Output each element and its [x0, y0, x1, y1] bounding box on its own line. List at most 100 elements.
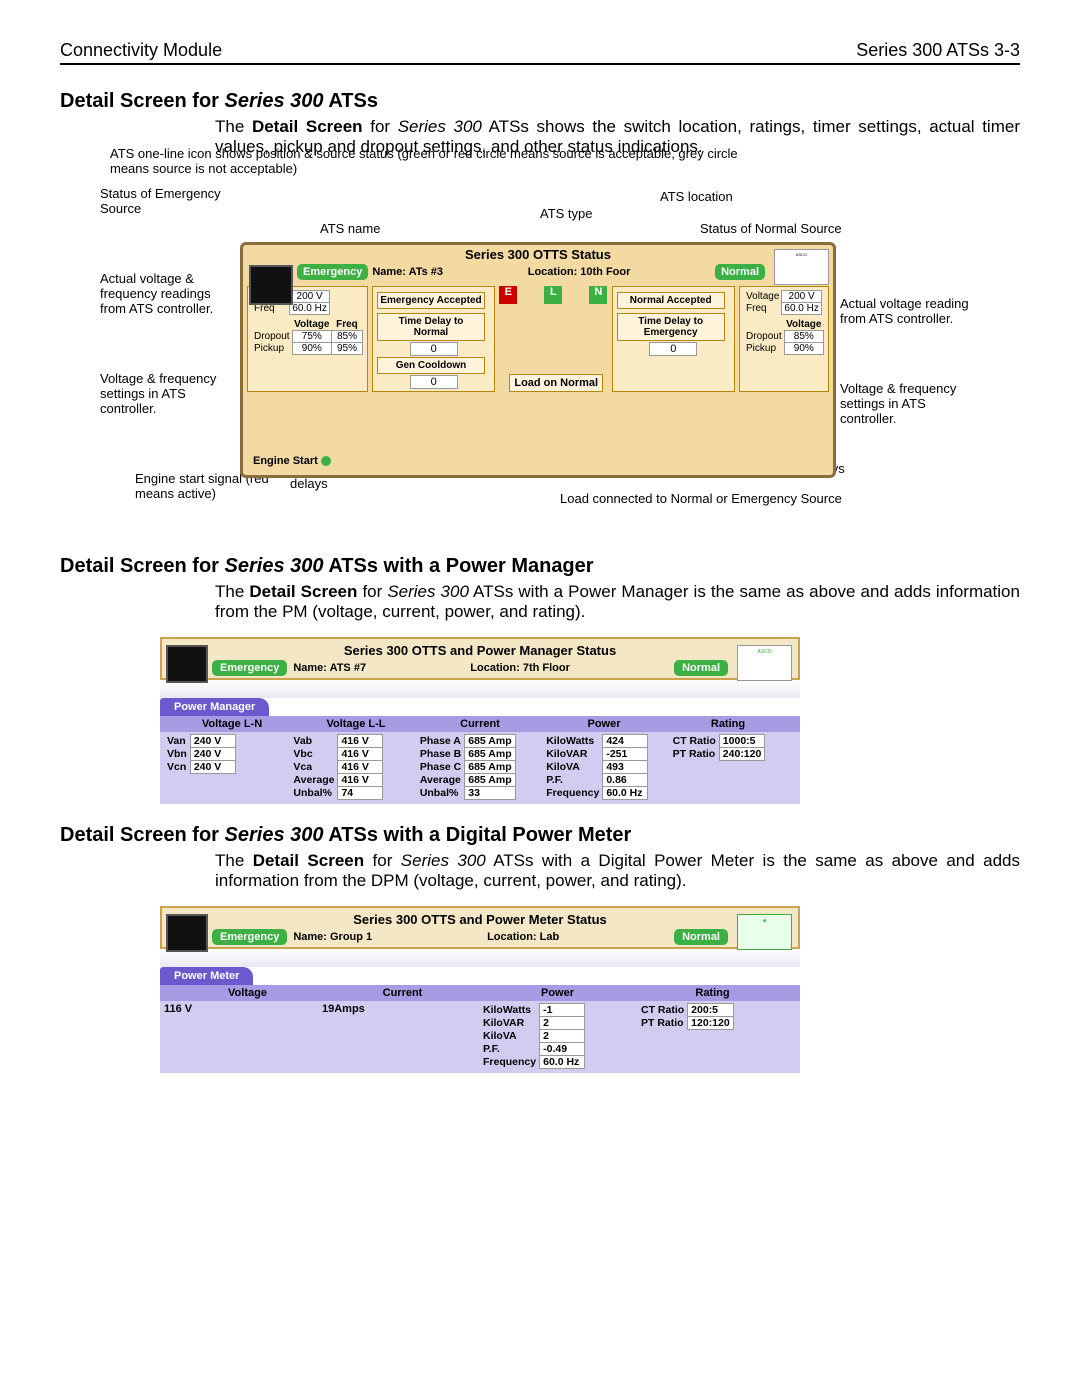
- hdr-voltage: Voltage: [784, 319, 823, 331]
- table-val: 416 V: [338, 761, 383, 774]
- table-key: PT Ratio: [670, 748, 720, 761]
- col-rating: CT Ratio200:5PT Ratio120:120: [638, 1003, 796, 1069]
- val: 95%: [331, 343, 362, 355]
- table-val: 240:120: [719, 748, 765, 761]
- table-key: Unbal%: [290, 787, 338, 800]
- emergency-badge: Emergency: [212, 929, 287, 945]
- lbl-vf-settings-right: Voltage & frequency settings in ATS cont…: [840, 382, 970, 427]
- table-val: 0.86: [603, 774, 648, 787]
- table-val: -251: [603, 748, 648, 761]
- right-freq: 60.0 Hz: [782, 303, 821, 315]
- table-val: 2: [540, 1030, 585, 1043]
- left-voltage: 200 V: [290, 291, 329, 303]
- load-label: Load on Normal: [509, 374, 603, 392]
- row: Dropout: [252, 331, 292, 343]
- table-key: CT Ratio: [670, 735, 720, 748]
- right-buttons: Normal Accepted Time Delay to Emergency …: [612, 286, 735, 392]
- asco-icon: ASCO: [737, 645, 792, 681]
- btn-td-emergency: Time Delay to Emergency: [617, 313, 725, 341]
- table-val: -0.49: [540, 1043, 585, 1056]
- table-val: 424: [603, 735, 648, 748]
- col-voltage-ll: Vab416 VVbc416 VVca416 VAverage416 VUnba…: [290, 734, 416, 800]
- figure-1: ATS one-line icon shows position & sourc…: [100, 172, 980, 537]
- col-power: KiloWatts-1KiloVAR2KiloVA2P.F.-0.49Frequ…: [480, 1003, 638, 1069]
- normal-badge: Normal: [674, 929, 728, 945]
- table-key: Phase A: [417, 735, 465, 748]
- table-val: 416 V: [338, 748, 383, 761]
- table-key: Vbn: [164, 748, 190, 761]
- val: 75%: [292, 331, 331, 343]
- fig1-note: ATS one-line icon shows position & sourc…: [110, 147, 760, 177]
- table-val: 240 V: [190, 735, 235, 748]
- table-key: Vca: [290, 761, 338, 774]
- fig3-title: Series 300 OTTS and Power Meter Status: [166, 912, 794, 927]
- lbl-ats-name: ATS name: [320, 222, 380, 237]
- table-key: Unbal%: [417, 787, 465, 800]
- t: for: [357, 582, 387, 601]
- right-voltage: 200 V: [782, 291, 821, 303]
- hdr-voltage: Voltage: [170, 987, 325, 999]
- table-val: 200:5: [688, 1004, 734, 1017]
- left-freq: 60.0 Hz: [290, 303, 329, 315]
- figure-2: Series 300 OTTS and Power Manager Status…: [160, 637, 800, 804]
- table-key: Vab: [290, 735, 338, 748]
- power-manager-tab[interactable]: Power Manager: [160, 698, 269, 716]
- t: Detail Screen: [249, 582, 357, 601]
- s2-h-b: Series 300: [225, 555, 324, 577]
- s1-h-c: ATSs: [324, 90, 378, 112]
- emergency-badge: Emergency: [297, 264, 368, 280]
- val: 0: [410, 375, 458, 389]
- t: Detail Screen: [253, 851, 364, 870]
- left-buttons: Emergency Accepted Time Delay to Normal …: [372, 286, 495, 392]
- hdr-voltage: Voltage: [292, 319, 331, 331]
- val: 85%: [331, 331, 362, 343]
- normal-badge: Normal: [674, 660, 728, 676]
- s2-h-a: Detail Screen for: [60, 555, 225, 577]
- table-key: PT Ratio: [638, 1017, 688, 1030]
- s3-h-c: ATSs with a Digital Power Meter: [324, 824, 632, 846]
- table-key: KiloWatts: [480, 1004, 540, 1017]
- table-val: 416 V: [338, 774, 383, 787]
- table-val: 120:120: [688, 1017, 734, 1030]
- btn-gen-cooldown: Gen Cooldown: [377, 357, 485, 374]
- table-val: 240 V: [190, 761, 235, 774]
- table-val: 685 Amp: [465, 761, 515, 774]
- hdr-rating: Rating: [635, 987, 790, 999]
- s1-p-a: The: [215, 117, 252, 136]
- hdr-freq: Freq: [331, 319, 362, 331]
- t: for: [364, 851, 401, 870]
- table-key: Van: [164, 735, 190, 748]
- lbl-ats-location: ATS location: [660, 190, 733, 205]
- hdr-voltage-ll: Voltage L-L: [294, 718, 418, 730]
- s2-h-c: ATSs with a Power Manager: [324, 555, 594, 577]
- val: 85%: [784, 331, 823, 343]
- t: Series 300: [387, 582, 469, 601]
- hdr-left: Connectivity Module: [60, 40, 222, 61]
- table-val: 416 V: [338, 735, 383, 748]
- power-meter-tab[interactable]: Power Meter: [160, 967, 253, 985]
- table-val: 74: [338, 787, 383, 800]
- table-key: P.F.: [480, 1043, 540, 1056]
- table-key: Frequency: [480, 1056, 540, 1069]
- lbl-ats-type: ATS type: [540, 207, 593, 222]
- page-header: Connectivity Module Series 300 ATSs 3-3: [60, 40, 1020, 65]
- fig2-title: Series 300 OTTS and Power Manager Status: [166, 643, 794, 658]
- engine-start-dot-icon: [321, 456, 331, 466]
- lbl-vf-settings-left: Voltage & frequency settings in ATS cont…: [100, 372, 230, 417]
- normal-badge: Normal: [715, 264, 765, 280]
- engine-start-label: Engine Start: [253, 455, 318, 467]
- fig2-location: Location: 7th Floor: [470, 662, 570, 674]
- btn-emergency-accepted: Emergency Accepted: [377, 292, 485, 309]
- table-val: 685 Amp: [465, 748, 515, 761]
- l-tile: L: [544, 286, 562, 304]
- t: The: [215, 851, 253, 870]
- fig3-current: 19Amps: [322, 1003, 365, 1015]
- hdr-power: Power: [480, 987, 635, 999]
- s1-p-b: Detail Screen: [252, 117, 363, 136]
- asco-icon: ASCO: [774, 249, 829, 285]
- hdr-right: Series 300 ATSs 3-3: [856, 40, 1020, 61]
- val: 0: [410, 342, 458, 356]
- s1-h-a: Detail Screen for: [60, 90, 225, 112]
- s3-h-a: Detail Screen for: [60, 824, 225, 846]
- panel-title: Series 300 OTTS Status: [243, 245, 833, 264]
